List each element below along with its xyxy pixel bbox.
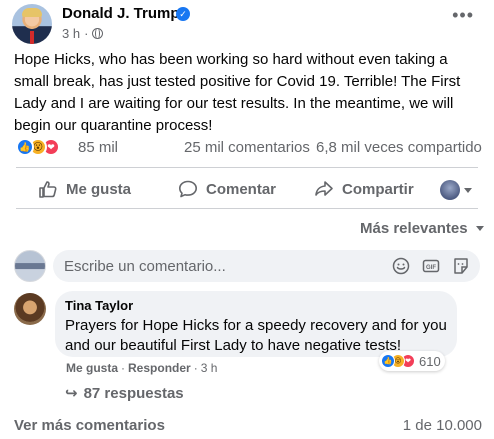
comment-sort-dropdown[interactable]: Más relevantes	[360, 220, 484, 237]
comment-reactions-count: 610	[419, 353, 441, 369]
comments-pager: 1 de 10.000	[402, 417, 482, 434]
author-avatar[interactable]	[12, 4, 52, 44]
sticker-icon[interactable]	[452, 257, 470, 275]
commenter-avatar[interactable]	[14, 293, 46, 325]
share-arrow-icon	[315, 181, 333, 196]
verified-badge-icon: ✓	[176, 7, 190, 21]
thumbs-up-icon	[39, 181, 57, 198]
comment-button-label: Comentar	[206, 180, 277, 198]
post-text: Hope Hicks, who has been working so hard…	[14, 51, 461, 134]
post-meta: 3 h ·	[62, 26, 104, 41]
avatar-tie	[30, 31, 34, 44]
divider-top	[16, 167, 478, 168]
reactions-summary[interactable]: 👍 😮 ❤	[16, 137, 60, 157]
shares-count[interactable]: 6,8 mil veces compartido	[316, 139, 482, 156]
comment-reply-link[interactable]: Responder	[128, 361, 191, 375]
share-button[interactable]: Compartir	[314, 180, 414, 198]
like-reaction-icon: 👍	[16, 138, 34, 156]
comment-button[interactable]: Comentar	[178, 180, 276, 198]
comment-bubble-icon	[179, 180, 197, 198]
share-button-label: Compartir	[342, 180, 414, 198]
comments-count[interactable]: 25 mil comentarios	[184, 139, 310, 156]
replies-count: 87 respuestas	[83, 384, 184, 402]
more-options-icon[interactable]: •••	[452, 6, 474, 24]
comment-actions-separator-2: ·	[193, 361, 198, 375]
post-author-name[interactable]: Donald J. Trump	[62, 5, 180, 22]
comment-time[interactable]: 3 h	[201, 361, 218, 375]
gif-icon[interactable]: GIF	[422, 257, 440, 275]
comment-actions-separator: ·	[121, 361, 126, 375]
like-button[interactable]: Me gusta	[38, 180, 131, 198]
like-button-label: Me gusta	[66, 180, 132, 198]
composer-icons: GIF	[392, 257, 470, 275]
reply-arrow-icon: ↪	[65, 385, 78, 402]
commenter-name[interactable]: Tina Taylor	[65, 298, 133, 313]
sort-label: Más relevantes	[360, 220, 468, 237]
current-user-avatar[interactable]	[14, 250, 46, 282]
page-avatar	[440, 180, 460, 200]
view-more-comments-link[interactable]: Ver más comentarios	[14, 417, 165, 434]
avatar-hair	[22, 8, 42, 17]
comment-bubble: Tina Taylor Prayers for Hope Hicks for a…	[55, 291, 457, 357]
comment-like-reaction-icon: 👍	[381, 354, 395, 368]
svg-text:GIF: GIF	[426, 265, 436, 271]
post-time[interactable]: 3 h	[62, 26, 80, 41]
reactions-count[interactable]: 85 mil	[78, 139, 118, 156]
emoji-icon[interactable]	[392, 257, 410, 275]
comment-reactions-summary[interactable]: 👍 😮 ❤ 610	[379, 351, 445, 371]
public-globe-icon	[92, 27, 104, 39]
sort-chevron-down-icon	[475, 226, 484, 231]
divider-bottom	[16, 208, 478, 209]
comment-as-selector[interactable]	[440, 180, 472, 200]
comment-input[interactable]	[64, 256, 384, 276]
view-replies-link[interactable]: ↪ 87 respuestas	[65, 384, 184, 403]
comment-text: Prayers for Hope Hicks for a speedy reco…	[65, 317, 447, 354]
comment-like-link[interactable]: Me gusta	[66, 361, 118, 375]
comment-actions: Me gusta · Responder · 3 h	[66, 361, 217, 375]
chevron-down-icon	[464, 187, 472, 193]
comment-composer[interactable]: GIF	[53, 250, 480, 282]
meta-separator: ·	[84, 26, 89, 41]
